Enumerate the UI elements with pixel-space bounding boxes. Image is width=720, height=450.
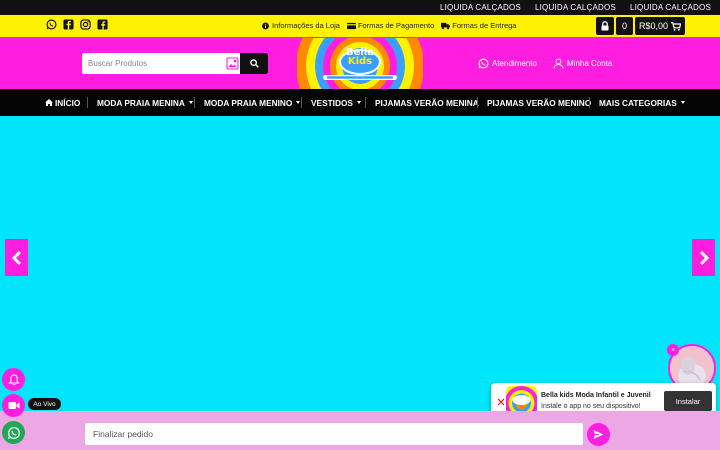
- finalizar-pedido-input[interactable]: Finalizar pedido: [85, 423, 583, 445]
- search-input[interactable]: [82, 53, 222, 74]
- store-info-links: Informações da Loja Formas de Pagamento …: [261, 21, 516, 30]
- nav-item-pijamas-verao-menino[interactable]: PIJAMAS VERÃO MENINO: [487, 89, 591, 116]
- store-logo[interactable]: Bella Kids: [297, 38, 423, 89]
- notifications-button[interactable]: [2, 368, 25, 391]
- truck-icon: [441, 22, 451, 29]
- nav-divider: [194, 97, 195, 108]
- nav-item-moda-praia-menina[interactable]: MODA PRAIA MENINA: [97, 89, 193, 116]
- info-icon: [262, 22, 269, 29]
- user-icon: [553, 58, 564, 69]
- install-button[interactable]: Instalar: [664, 391, 712, 411]
- promo-link[interactable]: LIQUIDA CALÇADOS: [535, 3, 616, 12]
- nav-item-mais-categorias[interactable]: MAIS CATEGORIAS: [599, 89, 685, 116]
- nav-divider: [589, 97, 590, 108]
- nav-divider: [365, 97, 366, 108]
- app-name: Bella kids Moda Infantil e Juvenil: [541, 392, 651, 399]
- facebook-square-icon[interactable]: [97, 19, 108, 30]
- send-icon: [593, 430, 604, 439]
- whatsapp-icon[interactable]: [46, 19, 57, 30]
- cart-total: R$0,00: [638, 21, 669, 31]
- nav-item-inicio[interactable]: INÍCIO: [45, 89, 80, 116]
- payment-methods-link[interactable]: Formas de Pagamento: [346, 21, 435, 30]
- live-badge: Ao Vivo: [28, 398, 61, 410]
- nav-label: MODA PRAIA MENINO: [204, 97, 293, 108]
- story-close-button[interactable]: ×: [667, 344, 679, 356]
- nav-label: PIJAMAS VERÃO MENINO: [487, 97, 592, 108]
- live-video-button[interactable]: [2, 394, 25, 417]
- close-icon[interactable]: [496, 397, 506, 407]
- carousel-next-button[interactable]: [692, 239, 715, 276]
- promo-link[interactable]: LIQUIDA CALÇADOS: [630, 3, 711, 12]
- carousel-prev-button[interactable]: [5, 239, 28, 276]
- cart-icon: [671, 21, 682, 31]
- chevron-down-icon: [356, 101, 361, 104]
- home-icon: [45, 99, 53, 106]
- whatsapp-icon: [7, 426, 20, 439]
- cart-button[interactable]: R$0,00: [635, 17, 685, 35]
- chevron-down-icon: [296, 101, 301, 104]
- nav-label: MODA PRAIA MENINA: [97, 97, 185, 108]
- app-description: Instale o app no seu dispositivo!: [541, 403, 641, 410]
- nav-label: MAIS CATEGORIAS: [599, 97, 677, 108]
- store-info-label: Informações da Loja: [272, 21, 340, 30]
- info-bar: Informações da Loja Formas de Pagamento …: [0, 15, 720, 37]
- nav-item-pijamas-verao-menina[interactable]: PIJAMAS VERÃO MENINA: [375, 89, 479, 116]
- account-label: Minha Conta: [567, 59, 613, 68]
- shipping-methods-link[interactable]: Formas de Entrega: [441, 21, 516, 30]
- send-button[interactable]: [587, 423, 610, 446]
- atendimento-label: Atendimento: [492, 59, 537, 68]
- cart-count-badge[interactable]: 0: [616, 17, 633, 35]
- search-icon: [249, 59, 259, 68]
- whatsapp-icon: [478, 58, 489, 69]
- search-button[interactable]: [240, 53, 268, 74]
- atendimento-link[interactable]: Atendimento: [478, 58, 537, 69]
- instagram-icon[interactable]: [80, 19, 91, 30]
- bell-icon: [7, 373, 20, 385]
- chevron-left-icon: [11, 250, 21, 265]
- shipping-methods-label: Formas de Entrega: [452, 21, 517, 30]
- social-links: [46, 19, 108, 30]
- credit-card-icon: [346, 22, 356, 29]
- search-box: [82, 53, 268, 74]
- whatsapp-float-button[interactable]: [2, 421, 25, 444]
- nav-label: INÍCIO: [55, 97, 81, 108]
- nav-divider: [87, 97, 88, 108]
- login-lock-button[interactable]: [596, 17, 614, 35]
- logo-text: Bella Kids: [297, 48, 423, 67]
- chevron-right-icon: [699, 250, 709, 265]
- store-info-link[interactable]: Informações da Loja: [261, 21, 340, 30]
- top-promo-bar: LIQUIDA CALÇADOS LIQUIDA CALÇADOS LIQUID…: [0, 0, 720, 15]
- nav-label: PIJAMAS VERÃO MENINA: [375, 97, 479, 108]
- lock-icon: [601, 21, 609, 31]
- video-camera-icon: [8, 402, 19, 409]
- nav-divider: [477, 97, 478, 108]
- nav-divider: [301, 97, 302, 108]
- site-header: Bella Kids Atendimento Minha Conta: [0, 37, 720, 89]
- facebook-f-icon[interactable]: [63, 19, 74, 30]
- nav-item-vestidos[interactable]: VESTIDOS: [311, 89, 361, 116]
- account-link[interactable]: Minha Conta: [553, 58, 612, 69]
- chevron-down-icon: [680, 101, 685, 104]
- promo-link[interactable]: LIQUIDA CALÇADOS: [440, 3, 521, 12]
- chevron-down-icon: [188, 101, 193, 104]
- nav-item-moda-praia-menino[interactable]: MODA PRAIA MENINO: [204, 89, 301, 116]
- logo-word-kids: Kids: [347, 56, 373, 67]
- image-search-icon[interactable]: [226, 57, 239, 70]
- nav-label: VESTIDOS: [311, 97, 353, 108]
- payment-methods-label: Formas de Pagamento: [357, 21, 435, 30]
- main-nav: INÍCIO MODA PRAIA MENINA MODA PRAIA MENI…: [0, 89, 720, 116]
